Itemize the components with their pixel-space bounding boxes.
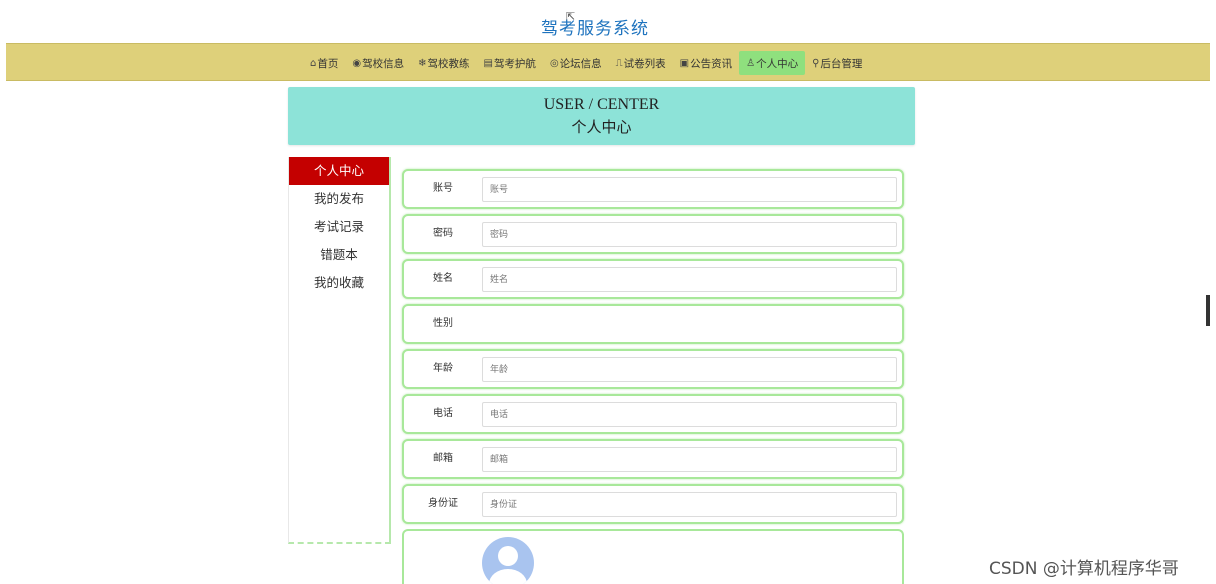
field-label: 账号 [433,183,453,194]
field-label: 密码 [433,228,453,239]
profile-form: 账号 密码 姓名 性别 年龄 电话 邮箱 身份证 [402,169,904,584]
nav-item-coaches[interactable]: ❄ 驾校教练 [411,51,476,75]
account-input[interactable] [482,177,897,202]
field-label: 年龄 [433,363,453,374]
field-label: 邮箱 [433,453,453,464]
email-input[interactable] [482,447,897,472]
phone-input[interactable] [482,402,897,427]
form-row-age: 年龄 [402,349,904,389]
nav-item-news[interactable]: ▣ 公告资讯 [673,51,739,75]
news-icon: ▣ [679,57,690,69]
page-banner: USER / CENTER 个人中心 [288,87,915,145]
school-icon: ◉ [352,57,362,69]
form-row-email: 邮箱 [402,439,904,479]
nav-item-label: 试卷列表 [623,57,666,70]
sidebar-item-exam-records[interactable]: 考试记录 [289,213,389,241]
user-sidebar: 个人中心 我的发布 考试记录 错题本 我的收藏 [288,157,391,544]
form-row-gender[interactable]: 性别 [402,304,904,344]
home-icon: ⌂ [310,57,317,69]
snowflake-icon: ❄ [418,57,427,69]
field-label: 身份证 [428,498,458,509]
nav-item-school-info[interactable]: ◉ 驾校信息 [345,51,411,75]
id-card-input[interactable] [482,492,897,517]
password-input[interactable] [482,222,897,247]
nav-item-forum[interactable]: ◎ 论坛信息 [543,51,609,75]
nav-item-escort[interactable]: ▤ 驾考护航 [476,51,542,75]
nav-item-label: 驾校信息 [362,57,405,70]
field-label: 姓名 [433,273,453,284]
form-row-account: 账号 [402,169,904,209]
main-navbar: ⌂ 首页 ◉ 驾校信息 ❄ 驾校教练 ▤ 驾考护航 ◎ 论坛信息 ⎍ 试卷列表 … [6,43,1210,81]
banner-title-en: USER / CENTER [543,96,660,113]
scrollbar-thumb[interactable] [1206,295,1210,326]
nav-item-label: 首页 [317,57,339,70]
sidebar-item-favorites[interactable]: 我的收藏 [289,269,389,297]
link-icon: ⚲ [812,57,820,69]
watermark-text: CSDN @计算机程序华哥 [989,559,1179,579]
age-input[interactable] [482,357,897,382]
nav-item-label: 驾校教练 [427,57,470,70]
user-icon: ♙ [746,57,756,69]
calendar-icon: ▤ [483,57,493,69]
compass-icon: ◎ [549,57,559,69]
sidebar-item-wrong-questions[interactable]: 错题本 [289,241,389,269]
form-row-avatar [402,529,904,584]
nav-item-exam-papers[interactable]: ⎍ 试卷列表 [609,51,673,75]
name-input[interactable] [482,267,897,292]
form-row-name: 姓名 [402,259,904,299]
sidebar-item-my-posts[interactable]: 我的发布 [289,185,389,213]
nav-item-label: 后台管理 [820,57,863,70]
user-avatar-icon[interactable] [482,537,534,584]
avatar-head-shape [498,546,518,566]
nav-item-label: 驾考护航 [493,57,536,70]
sidebar-item-user-center[interactable]: 个人中心 [289,157,389,185]
form-row-password: 密码 [402,214,904,254]
nav-item-home[interactable]: ⌂ 首页 [303,51,345,75]
nav-item-label: 个人中心 [756,57,799,70]
site-title: 驾考服务系统 [541,19,649,39]
form-row-phone: 电话 [402,394,904,434]
mouse-cursor-icon: ⇱ [566,10,576,23]
field-label: 电话 [433,408,453,419]
nav-item-label: 公告资讯 [690,57,733,70]
form-row-id-card: 身份证 [402,484,904,524]
nav-item-label: 论坛信息 [559,57,602,70]
book-icon: ⎍ [615,57,623,69]
nav-item-admin[interactable]: ⚲ 后台管理 [805,51,869,75]
nav-items: ⌂ 首页 ◉ 驾校信息 ❄ 驾校教练 ▤ 驾考护航 ◎ 论坛信息 ⎍ 试卷列表 … [303,51,869,75]
nav-item-user-center[interactable]: ♙ 个人中心 [739,51,806,75]
avatar-body-shape [489,569,527,584]
banner-title-cn: 个人中心 [571,118,632,136]
field-label: 性别 [433,318,453,329]
